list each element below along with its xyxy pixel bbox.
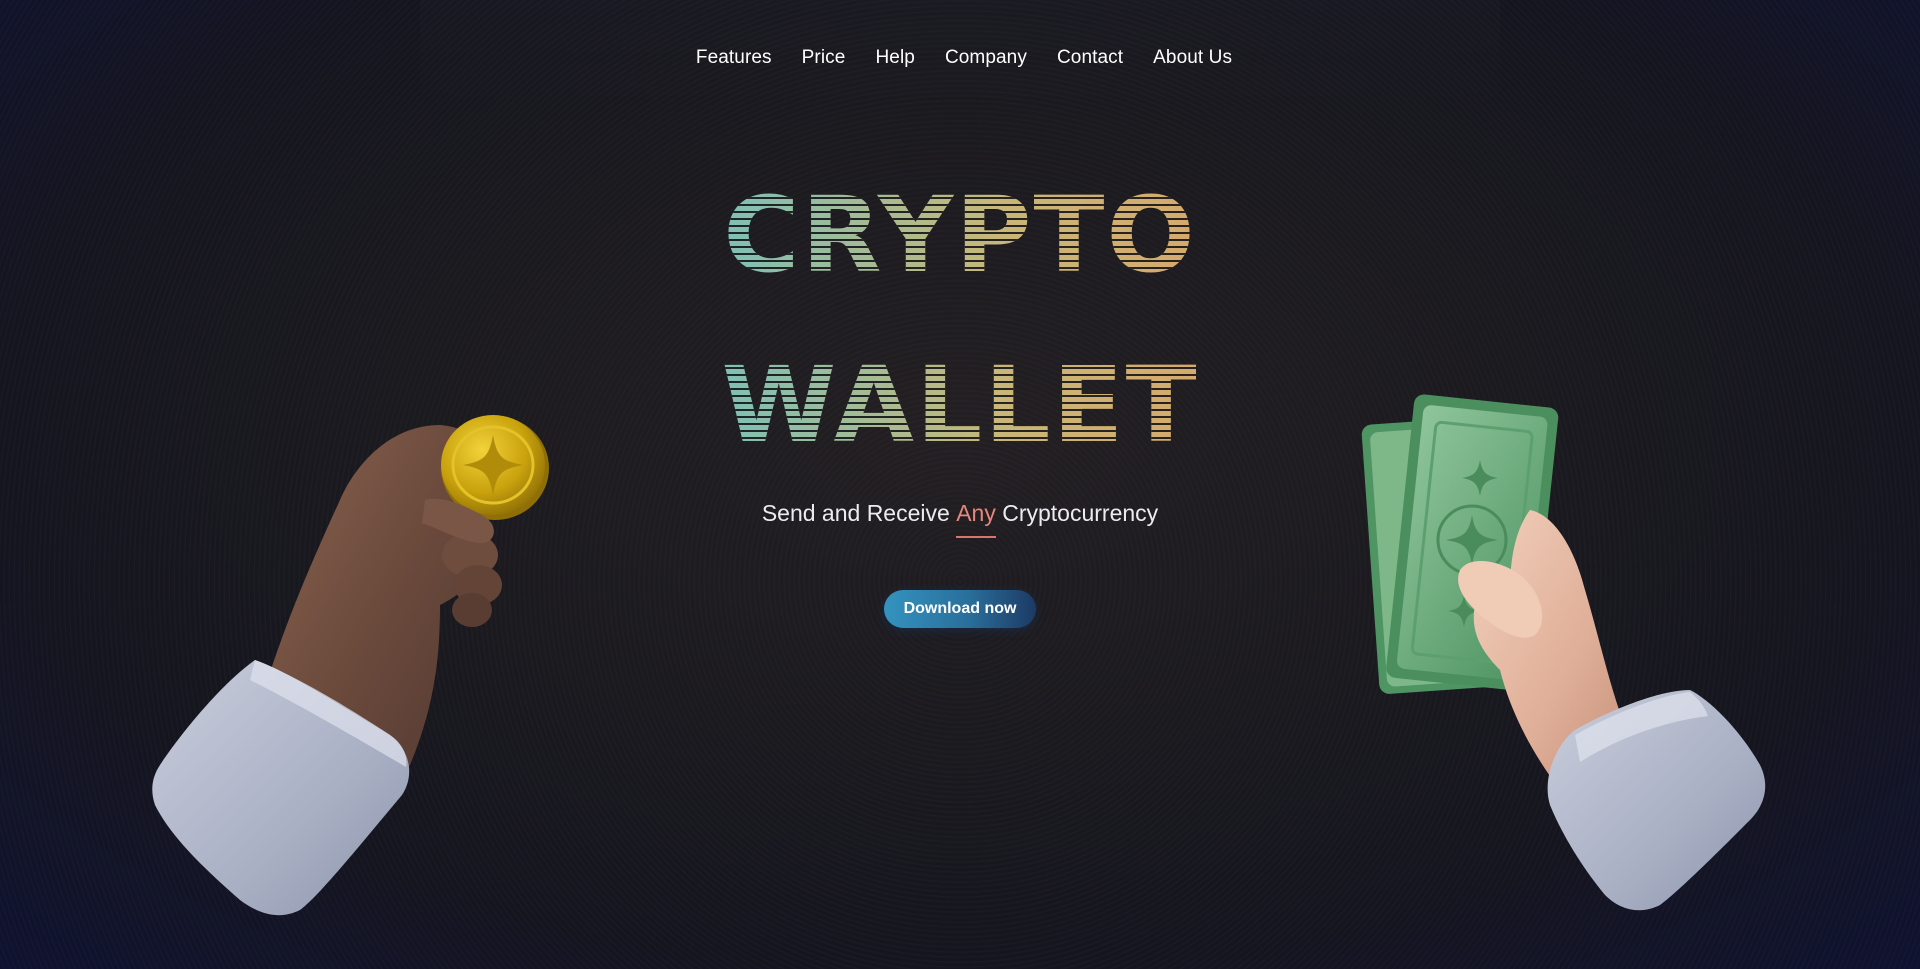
nav-link-company[interactable]: Company: [945, 47, 1027, 69]
hand-holding-coin-icon: [152, 415, 549, 916]
nav-link-about-us[interactable]: About Us: [1153, 47, 1232, 69]
nav-link-help[interactable]: Help: [875, 47, 914, 69]
nav-link-price[interactable]: Price: [802, 47, 846, 69]
nav-link-contact[interactable]: Contact: [1057, 47, 1123, 69]
tagline-highlight: Any: [956, 500, 996, 538]
top-navigation: Features Price Help Company Contact Abou…: [420, 0, 1500, 118]
tagline-text-start: Send and Receive: [761, 500, 957, 526]
nav-list: Features Price Help Company Contact Abou…: [696, 47, 1232, 69]
nav-link-features[interactable]: Features: [696, 47, 772, 69]
hand-holding-cash-icon: [1361, 394, 1766, 911]
download-now-button[interactable]: Download now: [884, 590, 1036, 628]
hero-title-line-1: CRYPTO: [0, 180, 1920, 290]
tagline-text-end: Cryptocurrency: [995, 500, 1159, 526]
landing-page: Features Price Help Company Contact Abou…: [0, 0, 1920, 969]
